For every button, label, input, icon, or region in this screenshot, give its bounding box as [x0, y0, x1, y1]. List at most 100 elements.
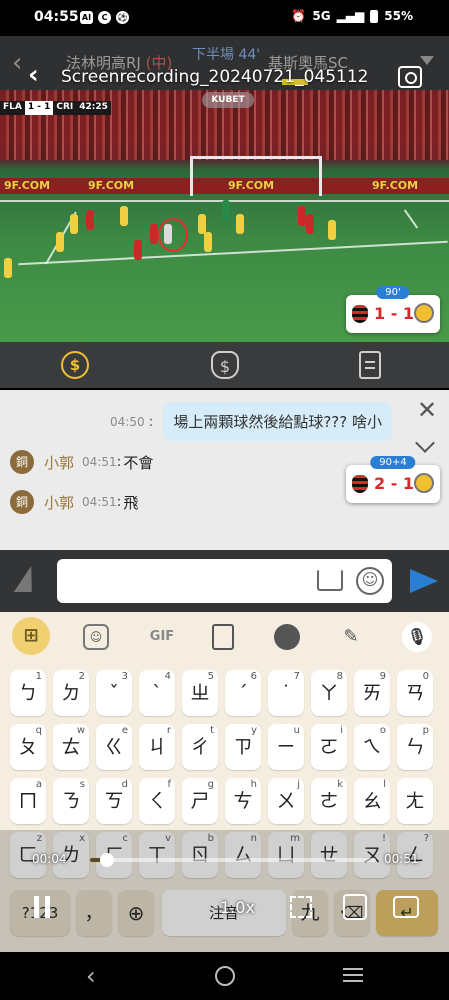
key[interactable]: ㄅ1 — [10, 670, 46, 716]
nav-recents-icon[interactable] — [343, 968, 363, 982]
key[interactable]: ㄢ0 — [397, 670, 433, 716]
key[interactable]: ㄙn — [225, 832, 261, 878]
key[interactable]: ㄠl — [354, 778, 390, 824]
content-tabs: $ $ — [0, 342, 449, 388]
key-hint: 2 — [78, 671, 85, 682]
handwriting-icon[interactable]: ✎ — [338, 624, 364, 650]
sticker-icon[interactable]: ☺ — [83, 624, 109, 650]
tv-clock: 42:25 — [76, 101, 111, 115]
coin-icon[interactable]: $ — [61, 351, 89, 379]
key[interactable]: ˊ6 — [225, 670, 261, 716]
key-label: ㄠ — [362, 790, 382, 812]
key[interactable]: ㄧu — [268, 724, 304, 770]
key[interactable]: ㄖb — [182, 832, 218, 878]
nav-home-icon[interactable] — [215, 966, 235, 986]
player — [222, 200, 230, 220]
key[interactable]: ㄑf — [139, 778, 175, 824]
key[interactable]: ㄛi — [311, 724, 347, 770]
key[interactable]: ㄋs — [53, 778, 89, 824]
space-key[interactable]: 注音 — [162, 890, 286, 936]
key[interactable]: ㄤ — [397, 778, 433, 824]
share-icon[interactable] — [317, 569, 343, 591]
key-label: ㄆ — [18, 736, 38, 758]
key[interactable]: ㄔt — [182, 724, 218, 770]
status-bar: 04:55 AI C ⚽ ⏰ 5G ▂▄▆ 55% — [0, 0, 449, 36]
key-hint: ! — [381, 833, 386, 844]
score-badge[interactable]: 90' 1 - 1 — [346, 286, 440, 333]
keyboard-toolbar: ⊞ ☺ GIF ✎ 🎙 — [0, 612, 449, 660]
clipboard-icon[interactable] — [212, 624, 234, 650]
live-video[interactable]: 9F.COM 9F.COM 9F.COM 9F.COM FLA 1 - 1 CR… — [0, 90, 449, 342]
layout-toggle-key[interactable]: 九 — [292, 890, 328, 936]
key[interactable]: ㄥ? — [397, 832, 433, 878]
backspace-icon[interactable]: ⌫ — [334, 890, 370, 936]
key-label: ㄣ — [405, 736, 425, 758]
ad-text: 9F.COM — [88, 179, 135, 192]
key-hint: j — [297, 779, 300, 790]
symbols-key[interactable]: ?123 — [10, 890, 70, 936]
key[interactable]: ㄇa — [10, 778, 46, 824]
tv-away: CRI — [53, 101, 77, 115]
chat-username[interactable]: 小郭 — [44, 452, 74, 473]
player — [298, 206, 306, 226]
chat-username[interactable]: 小郭 — [44, 492, 74, 513]
signal-icon: ▂▄▆ — [336, 9, 365, 23]
microphone-icon[interactable]: 🎙 — [402, 622, 432, 652]
key[interactable]: ㄌx — [53, 832, 89, 878]
close-icon[interactable]: ✕ — [417, 396, 437, 424]
key[interactable]: ㄣp — [397, 724, 433, 770]
key-label: ㄈ — [18, 844, 38, 866]
key[interactable]: ㄗy — [225, 724, 261, 770]
nav-back-icon[interactable]: ‹ — [86, 962, 96, 990]
key[interactable]: ㄒv — [139, 832, 175, 878]
key[interactable]: ㄟo — [354, 724, 390, 770]
screenshot-icon[interactable] — [398, 66, 422, 88]
ai-app-icon: AI — [80, 11, 93, 24]
globe-icon[interactable]: ⊕ — [118, 890, 154, 936]
lightning-icon[interactable] — [13, 566, 41, 592]
key[interactable]: ㄊw — [53, 724, 89, 770]
key[interactable]: ㄩm — [268, 832, 304, 878]
gif-button[interactable]: GIF — [147, 624, 177, 650]
key[interactable]: ㄜk — [311, 778, 347, 824]
key[interactable]: ㄈz — [10, 832, 46, 878]
document-icon[interactable] — [359, 351, 381, 379]
key[interactable]: ㄞ9 — [354, 670, 390, 716]
apps-grid-icon[interactable]: ⊞ — [12, 617, 50, 655]
send-icon[interactable] — [410, 569, 438, 593]
key-label: ˇ — [109, 682, 119, 704]
key[interactable]: ㄓ5 — [182, 670, 218, 716]
message-bubble: 場上兩顆球然後給點球??? 啥小 — [163, 402, 392, 441]
score-badge[interactable]: 90+4 2 - 1 — [346, 456, 440, 503]
key-label: ㄚ — [319, 682, 339, 704]
emoji-icon[interactable]: ☺ — [356, 567, 384, 595]
key-label: ㄞ — [362, 682, 382, 704]
key[interactable]: ˙ 7 — [268, 670, 304, 716]
key[interactable]: ㄝ — [311, 832, 347, 878]
key[interactable]: ˋ4 — [139, 670, 175, 716]
recording-back-icon[interactable]: ‹ — [28, 60, 39, 90]
key[interactable]: ㄍe — [96, 724, 132, 770]
key[interactable]: ㄎd — [96, 778, 132, 824]
key[interactable]: ㄕg — [182, 778, 218, 824]
palette-icon[interactable] — [274, 624, 300, 650]
key[interactable]: ㄨj — [268, 778, 304, 824]
key[interactable]: ˇ3 — [96, 670, 132, 716]
money-bag-icon[interactable]: $ — [211, 351, 239, 379]
key-hint: r — [166, 725, 171, 736]
key-label: ㄤ — [405, 790, 425, 812]
key-hint: m — [290, 833, 300, 844]
key[interactable]: ㄡ! — [354, 832, 390, 878]
key[interactable]: ㄚ8 — [311, 670, 347, 716]
key[interactable]: ㄘh — [225, 778, 261, 824]
punctuation-key[interactable]: ， — [76, 890, 112, 936]
key-hint: o — [379, 725, 386, 736]
key-label: ㄐ — [147, 736, 167, 758]
key[interactable]: ㄏc — [96, 832, 132, 878]
chevron-down-icon[interactable] — [415, 433, 435, 453]
key[interactable]: ㄉ2 — [53, 670, 89, 716]
key[interactable]: ㄆq — [10, 724, 46, 770]
key[interactable]: ㄐr — [139, 724, 175, 770]
enter-icon[interactable]: ↵ — [376, 890, 438, 936]
player — [134, 240, 142, 260]
